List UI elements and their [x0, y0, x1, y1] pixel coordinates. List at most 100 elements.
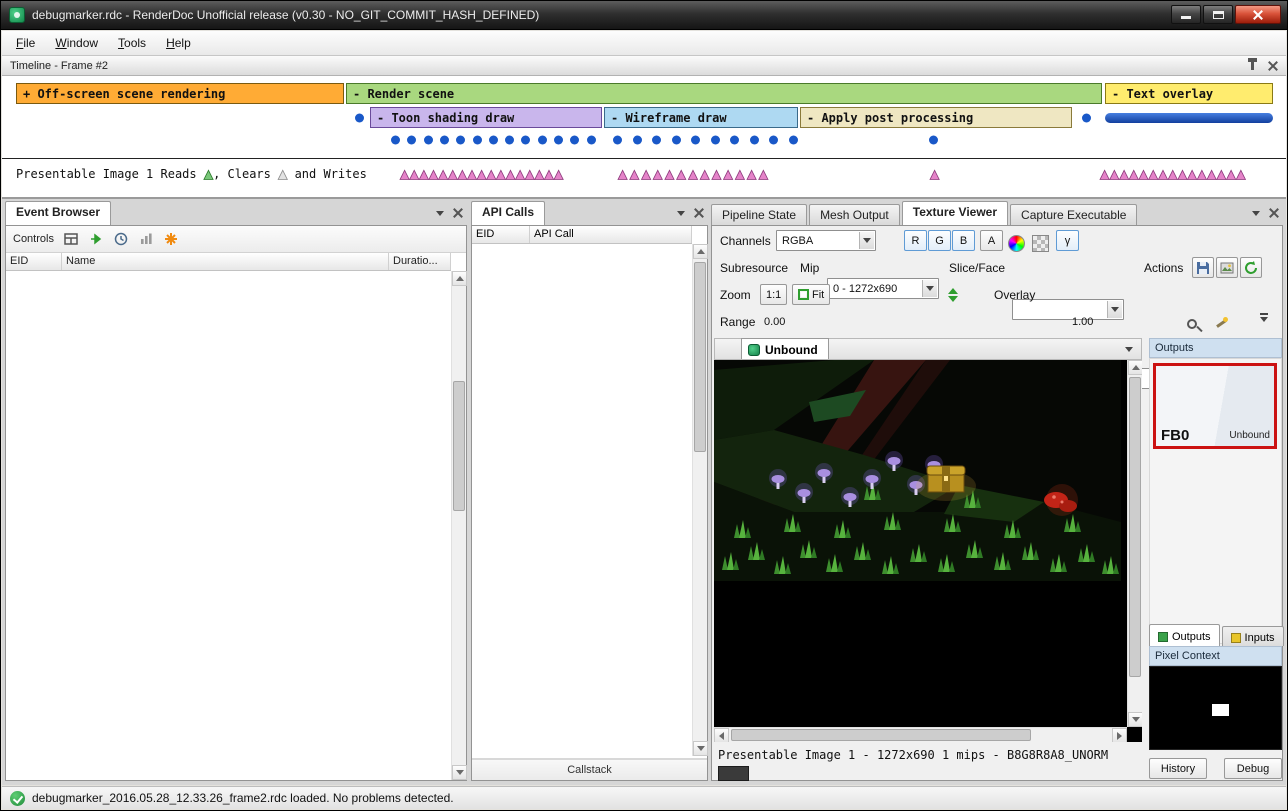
tab-event-browser[interactable]: Event Browser: [5, 201, 111, 225]
time-durations-icon[interactable]: [113, 231, 129, 247]
scrollbar-thumb[interactable]: [453, 381, 465, 511]
draw-call-dot[interactable]: [554, 135, 563, 144]
draw-call-dot[interactable]: [711, 135, 720, 144]
tab-texture-viewer[interactable]: Texture Viewer: [902, 201, 1008, 225]
api-table-header[interactable]: EID API Call: [472, 226, 692, 244]
zoom-fit-button[interactable]: Fit: [792, 284, 830, 305]
api-scrollbar[interactable]: [692, 244, 707, 756]
draw-call-dot[interactable]: [691, 135, 700, 144]
stats-icon[interactable]: [138, 231, 154, 247]
draw-call-dot[interactable]: [391, 135, 400, 144]
draw-call-dot[interactable]: [521, 135, 530, 144]
draw-call-dot[interactable]: [440, 135, 449, 144]
timeline-bar[interactable]: - Wireframe draw: [604, 107, 798, 128]
menu-tools[interactable]: Tools: [108, 32, 156, 54]
green-channel-button[interactable]: G: [928, 230, 951, 251]
texture-tab-unbound[interactable]: Unbound: [741, 338, 829, 359]
column-eid[interactable]: EID: [472, 226, 530, 243]
timeline-bar[interactable]: - Text overlay: [1105, 83, 1273, 104]
panel-menu-icon[interactable]: [436, 211, 444, 216]
draw-call-dot[interactable]: [456, 135, 465, 144]
tab-inputs[interactable]: Inputs: [1222, 626, 1284, 646]
minimize-button[interactable]: [1171, 5, 1201, 24]
timeline-bar[interactable]: - Apply post processing: [800, 107, 1072, 128]
draw-call-bar[interactable]: [1105, 113, 1273, 123]
maximize-button[interactable]: [1203, 5, 1233, 24]
texture-view[interactable]: [714, 360, 1142, 742]
draw-call-dot[interactable]: [672, 135, 681, 144]
timeline-body[interactable]: + Off-screen scene rendering- Render sce…: [2, 76, 1286, 196]
draw-call-dot[interactable]: [730, 135, 739, 144]
goto-eid-icon[interactable]: [88, 231, 104, 247]
close-button[interactable]: [1235, 5, 1281, 24]
checkerboard-icon[interactable]: [1032, 232, 1049, 254]
texture-vscrollbar[interactable]: [1127, 360, 1142, 727]
draw-call-dot[interactable]: [1082, 113, 1091, 122]
debug-button[interactable]: Debug: [1224, 758, 1282, 779]
overflow-icon[interactable]: [1260, 313, 1268, 335]
draw-call-dot[interactable]: [538, 135, 547, 144]
gamma-button[interactable]: γ: [1056, 230, 1079, 251]
column-api-call[interactable]: API Call: [530, 226, 692, 243]
color-wheel-icon[interactable]: [1008, 232, 1025, 254]
autofit-wand-icon[interactable]: [1214, 312, 1228, 334]
texture-hscrollbar[interactable]: [714, 727, 1127, 742]
refresh-icon[interactable]: [1240, 257, 1262, 278]
draw-call-dot[interactable]: [929, 135, 938, 144]
mip-select[interactable]: 0 - 1272x690: [827, 278, 939, 299]
callstack-section[interactable]: Callstack: [472, 758, 707, 780]
timeline-bar[interactable]: - Render scene: [346, 83, 1102, 104]
draw-call-dot[interactable]: [473, 135, 482, 144]
draw-call-dot[interactable]: [407, 135, 416, 144]
title-bar[interactable]: debugmarker.rdc - RenderDoc Unofficial r…: [1, 1, 1287, 30]
tab-capture-executable[interactable]: Capture Executable: [1010, 204, 1137, 225]
channels-select[interactable]: RGBA: [776, 230, 876, 251]
flip-y-icon[interactable]: [948, 284, 958, 306]
menu-help[interactable]: Help: [156, 32, 201, 54]
pin-icon[interactable]: [1251, 61, 1254, 70]
draw-call-dot[interactable]: [489, 135, 498, 144]
scrollbar-thumb[interactable]: [694, 262, 706, 452]
column-eid[interactable]: EID: [6, 253, 62, 270]
draw-call-dot[interactable]: [750, 135, 759, 144]
tab-api-calls[interactable]: API Calls: [471, 201, 545, 225]
panel-menu-icon[interactable]: [1252, 211, 1260, 216]
close-panel-icon[interactable]: [1269, 208, 1279, 218]
draw-call-dot[interactable]: [505, 135, 514, 144]
draw-call-dot[interactable]: [613, 135, 622, 144]
draw-call-dot[interactable]: [652, 135, 661, 144]
event-scrollbar[interactable]: [451, 271, 466, 780]
tab-mesh-output[interactable]: Mesh Output: [809, 204, 900, 225]
tab-list-icon[interactable]: [1125, 347, 1133, 352]
save-icon[interactable]: [1192, 257, 1214, 278]
column-duration[interactable]: Duratio...: [389, 253, 451, 270]
bookmark-icon[interactable]: [163, 231, 179, 247]
scrollbar-thumb[interactable]: [731, 729, 1031, 741]
export-icon[interactable]: [1216, 257, 1238, 278]
menu-window[interactable]: Window: [45, 32, 108, 54]
zoom-1-1-button[interactable]: 1:1: [760, 284, 787, 305]
pixel-context-view[interactable]: [1149, 666, 1282, 750]
column-name[interactable]: Name: [62, 253, 389, 270]
panel-menu-icon[interactable]: [677, 211, 685, 216]
draw-call-dot[interactable]: [424, 135, 433, 144]
alpha-channel-button[interactable]: A: [980, 230, 1003, 251]
scrollbar-thumb[interactable]: [1129, 377, 1141, 677]
close-panel-icon[interactable]: [453, 208, 463, 218]
fb0-thumbnail[interactable]: FB0 Unbound: [1153, 363, 1277, 449]
draw-call-dot[interactable]: [789, 135, 798, 144]
browse-icon[interactable]: [63, 231, 79, 247]
zoom-range-icon[interactable]: [1187, 313, 1197, 335]
draw-call-dot[interactable]: [355, 113, 364, 122]
timeline-bar[interactable]: + Off-screen scene rendering: [16, 83, 344, 104]
history-button[interactable]: History: [1149, 758, 1207, 779]
blue-channel-button[interactable]: B: [952, 230, 975, 251]
close-panel-icon[interactable]: [694, 208, 704, 218]
red-channel-button[interactable]: R: [904, 230, 927, 251]
menu-file[interactable]: File: [6, 32, 45, 54]
event-table-header[interactable]: EID Name Duratio...: [6, 253, 451, 271]
draw-call-dot[interactable]: [633, 135, 642, 144]
close-panel-icon[interactable]: [1268, 61, 1278, 71]
draw-call-dot[interactable]: [587, 135, 596, 144]
tab-pipeline-state[interactable]: Pipeline State: [711, 204, 807, 225]
